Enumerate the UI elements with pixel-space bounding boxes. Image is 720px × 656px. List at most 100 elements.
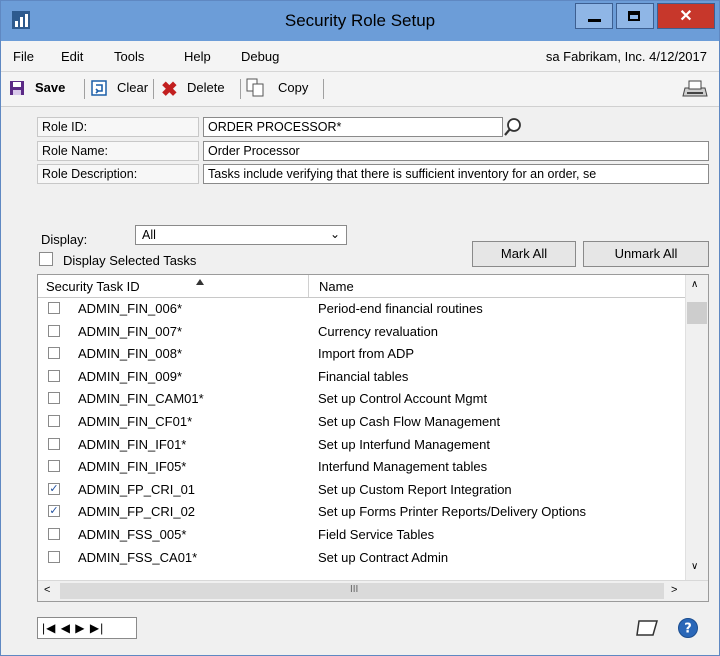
first-record-icon[interactable]: |◀: [42, 621, 56, 635]
horizontal-scroll-thumb[interactable]: III: [60, 583, 664, 599]
record-navigation[interactable]: |◀ ◀ ▶ ▶|: [37, 617, 137, 639]
delete-button[interactable]: Delete: [187, 80, 225, 95]
column-separator[interactable]: [308, 275, 309, 297]
column-header-task-id[interactable]: Security Task ID: [46, 279, 140, 294]
table-row[interactable]: ADMIN_FIN_009* Financial tables: [38, 366, 684, 388]
menu-file[interactable]: File: [13, 49, 34, 64]
role-name-field[interactable]: Order Processor: [203, 141, 709, 161]
table-row[interactable]: ADMIN_FIN_CF01* Set up Cash Flow Manageme…: [38, 411, 684, 433]
scroll-left-icon[interactable]: <: [44, 584, 50, 596]
scroll-right-icon[interactable]: >: [671, 584, 677, 596]
task-id-cell: ADMIN_FSS_005*: [78, 527, 187, 542]
save-button[interactable]: Save: [35, 80, 65, 95]
role-description-field[interactable]: Tasks include verifying that there is su…: [203, 164, 709, 184]
row-checkbox[interactable]: ✓: [48, 505, 60, 518]
table-row[interactable]: ADMIN_FIN_006* Period-end financial routi…: [38, 298, 684, 320]
table-row[interactable]: ADMIN_FIN_CAM01* Set up Control Account M…: [38, 388, 684, 410]
unmark-all-button[interactable]: Unmark All: [583, 241, 709, 267]
role-description-label: Role Description:: [37, 164, 199, 184]
display-select[interactable]: All ⌄: [135, 225, 347, 245]
maximize-button[interactable]: [616, 3, 654, 29]
row-checkbox[interactable]: [48, 550, 60, 563]
minimize-icon: [588, 19, 601, 22]
task-id-cell: ADMIN_FIN_006*: [78, 301, 183, 316]
toolbar-separator: [323, 79, 324, 99]
role-id-row: Role ID: ORDER PROCESSOR*: [37, 117, 709, 137]
task-name-cell: Set up Forms Printer Reports/Delivery Op…: [318, 504, 587, 520]
copy-button[interactable]: Copy: [278, 80, 308, 95]
scroll-up-icon[interactable]: ∧: [691, 279, 698, 290]
role-id-field[interactable]: ORDER PROCESSOR*: [203, 117, 503, 137]
clear-button[interactable]: Clear: [117, 80, 148, 95]
task-id-cell: ADMIN_FSS_CA01*: [78, 549, 198, 565]
task-id-cell: ADMIN_FIN_CF01*: [78, 414, 193, 429]
copy-icon: [246, 78, 264, 97]
row-checkbox[interactable]: ✓: [48, 482, 60, 495]
task-id-cell: ADMIN_FIN_IF05*: [78, 459, 187, 475]
clear-icon: [91, 80, 107, 96]
row-checkbox[interactable]: [48, 437, 60, 450]
row-checkbox[interactable]: [48, 415, 60, 427]
row-checkbox[interactable]: [48, 324, 60, 337]
minimize-button[interactable]: [575, 3, 613, 29]
last-record-icon[interactable]: ▶|: [90, 621, 104, 635]
table-row[interactable]: ADMIN_FIN_008* Import from ADP: [38, 343, 684, 365]
chevron-down-icon: ⌄: [329, 227, 340, 241]
task-name-cell: Set up Custom Report Integration: [318, 481, 512, 497]
row-checkbox[interactable]: [48, 528, 60, 540]
task-id-cell: ADMIN_FP_CRI_02: [78, 504, 196, 520]
row-checkbox[interactable]: [48, 302, 60, 314]
close-button[interactable]: ✕: [657, 3, 715, 29]
row-checkbox[interactable]: [48, 347, 60, 360]
close-icon: ✕: [679, 8, 693, 25]
toolbar-separator: [153, 79, 154, 99]
task-id-cell: ADMIN_FIN_008*: [78, 346, 183, 362]
display-label: Display:: [41, 232, 88, 247]
role-name-label: Role Name:: [37, 141, 199, 161]
menu-tools[interactable]: Tools: [114, 49, 144, 64]
task-name-cell: Set up Interfund Management: [318, 436, 491, 452]
table-row[interactable]: ✓ ADMIN_FP_CRI_02 Set up Forms Printer Rep…: [38, 501, 684, 523]
previous-record-icon[interactable]: ◀: [61, 621, 71, 635]
row-checkbox[interactable]: [48, 369, 60, 382]
menu-bar: File Edit Tools Help Debug sa Fabrikam, …: [1, 41, 719, 72]
scroll-down-icon[interactable]: ∨: [691, 561, 698, 572]
session-info: sa Fabrikam, Inc. 4/12/2017: [545, 49, 707, 64]
title-bar: Security Role Setup ✕: [1, 1, 719, 41]
horizontal-scrollbar[interactable]: < III >: [38, 580, 708, 601]
lookup-icon[interactable]: [503, 117, 523, 137]
menu-edit[interactable]: Edit: [61, 49, 83, 64]
task-name-cell: Set up Control Account Mgmt: [318, 391, 488, 407]
display-selected-tasks-checkbox[interactable]: [39, 252, 53, 266]
table-row[interactable]: ADMIN_FSS_CA01* Set up Contract Admin: [38, 547, 684, 569]
display-select-value: All: [142, 228, 156, 242]
task-name-cell: Interfund Management tables: [318, 459, 488, 475]
svg-text:?: ?: [684, 622, 692, 637]
menu-help[interactable]: Help: [184, 49, 211, 64]
table-row[interactable]: ADMIN_FSS_005* Field Service Tables: [38, 524, 684, 546]
table-row[interactable]: ADMIN_FIN_IF05* Interfund Management tabl…: [38, 456, 684, 478]
vertical-scrollbar[interactable]: ∧ ∨: [685, 275, 708, 580]
mark-all-button[interactable]: Mark All: [472, 241, 576, 267]
grip-icon: III: [350, 584, 359, 595]
role-id-label: Role ID:: [37, 117, 199, 137]
help-icon[interactable]: ?: [677, 617, 699, 639]
row-checkbox[interactable]: [48, 392, 60, 405]
table-row[interactable]: ADMIN_FIN_IF01* Set up Interfund Manageme…: [38, 434, 684, 456]
column-header-name[interactable]: Name: [319, 279, 354, 294]
task-id-cell: ADMIN_FIN_007*: [78, 323, 183, 339]
role-description-row: Role Description: Tasks include verifyin…: [37, 164, 709, 184]
table-row[interactable]: ✓ ADMIN_FP_CRI_01 Set up Custom Report Int…: [38, 479, 684, 501]
grid-header: Security Task ID Name: [38, 275, 708, 298]
toolbar: Save Clear ✖ Delete Copy: [1, 72, 719, 107]
vertical-scroll-thumb[interactable]: [687, 302, 707, 324]
sort-ascending-icon: [196, 279, 204, 285]
printer-icon[interactable]: [681, 78, 709, 100]
row-checkbox[interactable]: [48, 460, 60, 473]
toolbar-separator: [84, 79, 85, 99]
menu-debug[interactable]: Debug: [241, 49, 279, 64]
task-name-cell: Financial tables: [318, 368, 409, 384]
note-icon[interactable]: [635, 617, 661, 639]
table-row[interactable]: ADMIN_FIN_007* Currency revaluation: [38, 321, 684, 343]
next-record-icon[interactable]: ▶: [75, 621, 85, 635]
